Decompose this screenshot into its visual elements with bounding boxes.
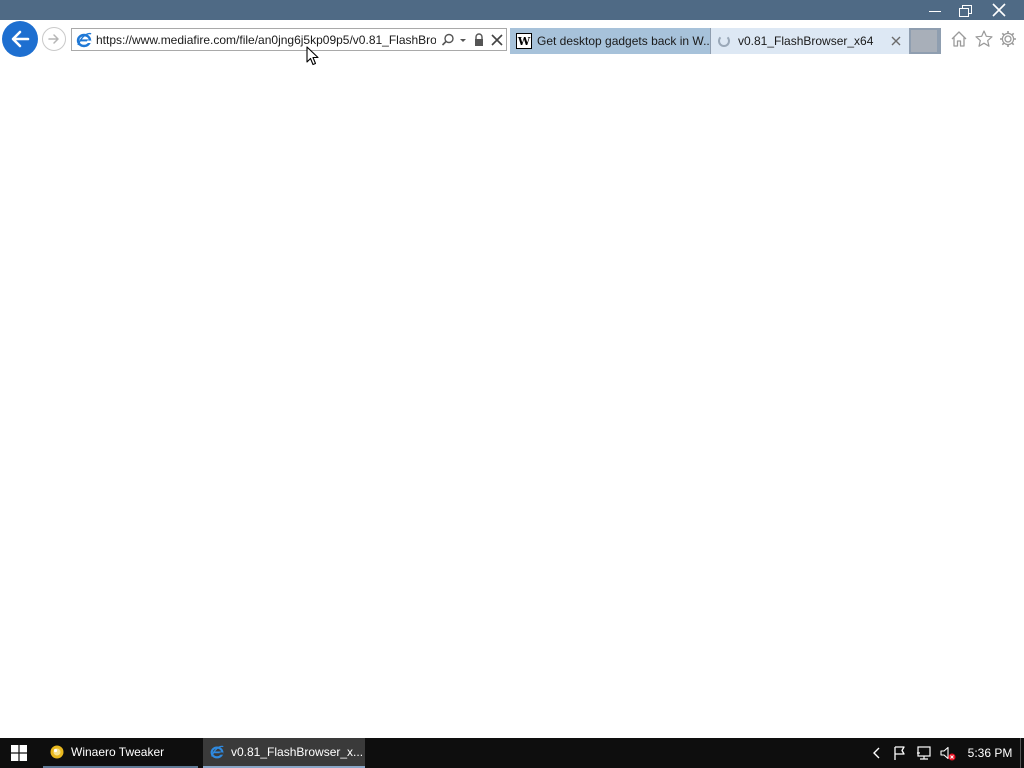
- star-icon[interactable]: [974, 29, 994, 49]
- flag-icon[interactable]: [892, 745, 908, 761]
- loading-spinner-icon: [718, 35, 730, 47]
- show-desktop-button[interactable]: [1020, 738, 1021, 768]
- address-bar[interactable]: https://www.mediafire.com/file/an0jng6j5…: [71, 28, 507, 51]
- back-arrow-icon: [11, 30, 30, 48]
- forward-arrow-icon: [48, 34, 59, 44]
- close-icon: [891, 36, 901, 46]
- chevron-down-icon[interactable]: [458, 32, 468, 48]
- restore-icon: [959, 4, 972, 17]
- tab-close-button[interactable]: [889, 34, 903, 48]
- ie-browser-window: https://www.mediafire.com/file/an0jng6j5…: [0, 0, 1024, 768]
- title-bar[interactable]: [0, 0, 1024, 20]
- close-window-button[interactable]: [982, 0, 1016, 20]
- minimize-icon: [929, 10, 941, 12]
- taskbar-item-internet-explorer[interactable]: v0.81_FlashBrowser_x...: [203, 738, 365, 768]
- url-text[interactable]: https://www.mediafire.com/file/an0jng6j5…: [96, 32, 436, 48]
- minimize-button[interactable]: [918, 0, 952, 20]
- network-icon[interactable]: [916, 745, 932, 761]
- tab-title: v0.81_FlashBrowser_x64: [738, 34, 874, 48]
- home-icon[interactable]: [949, 29, 969, 49]
- forward-button[interactable]: [42, 27, 66, 51]
- taskbar-item-label: v0.81_FlashBrowser_x...: [231, 745, 364, 759]
- stop-icon[interactable]: [489, 32, 505, 48]
- taskbar: Winaero Tweaker v0.81_FlashBrowser_x...: [0, 738, 1024, 768]
- taskbar-clock[interactable]: 5:36 PM: [962, 738, 1018, 768]
- gear-icon[interactable]: [998, 29, 1018, 49]
- winaero-icon: [50, 745, 64, 759]
- windows-logo-icon: [11, 745, 27, 761]
- ie-icon: [210, 745, 224, 759]
- winaero-favicon: W: [516, 33, 532, 49]
- tab-strip: W Get desktop gadgets back in W... v0.81…: [510, 28, 941, 54]
- ie-icon: [76, 32, 92, 48]
- start-button[interactable]: [0, 738, 38, 768]
- search-icon[interactable]: [440, 32, 456, 48]
- back-button[interactable]: [2, 21, 38, 57]
- tab-title: Get desktop gadgets back in W...: [537, 34, 710, 48]
- volume-muted-icon[interactable]: [940, 745, 956, 761]
- close-icon: [992, 3, 1006, 17]
- page-content[interactable]: [0, 58, 1024, 738]
- restore-button[interactable]: [948, 0, 982, 20]
- lock-icon[interactable]: [472, 32, 486, 48]
- taskbar-item-winaero-tweaker[interactable]: Winaero Tweaker: [43, 738, 198, 768]
- tab-flashbrowser[interactable]: v0.81_FlashBrowser_x64: [711, 28, 909, 54]
- mouse-cursor-icon: [306, 46, 319, 66]
- new-tab-button[interactable]: [911, 30, 937, 52]
- chevron-left-icon[interactable]: [869, 745, 885, 761]
- taskbar-item-label: Winaero Tweaker: [71, 745, 165, 759]
- tab-desktop-gadgets[interactable]: W Get desktop gadgets back in W...: [510, 28, 710, 54]
